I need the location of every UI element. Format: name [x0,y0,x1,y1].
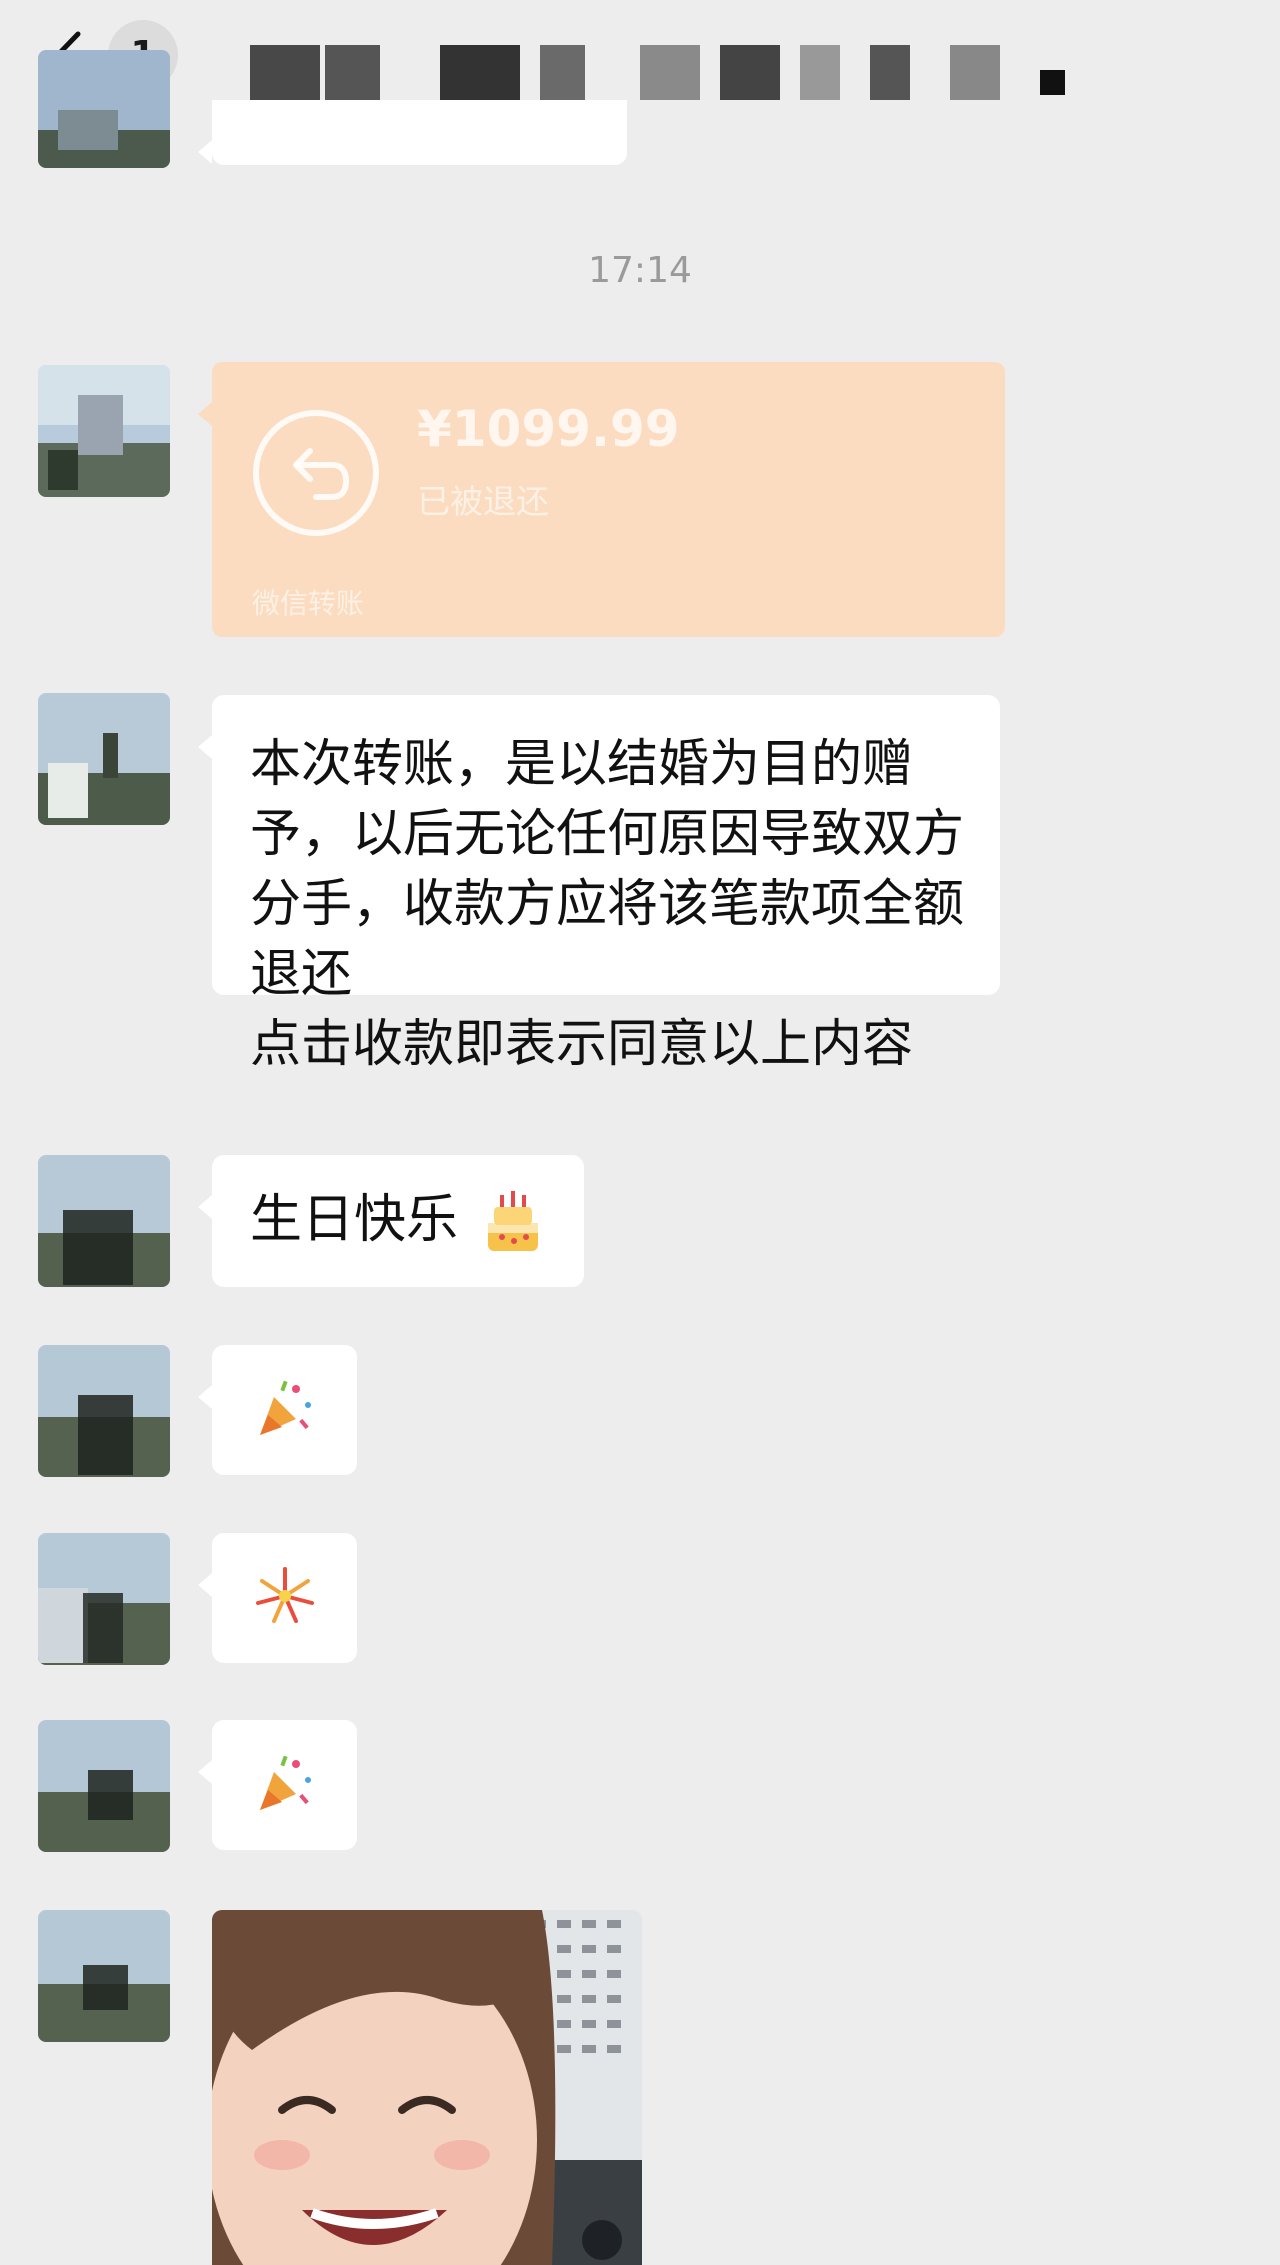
transfer-amount: ¥1099.99 [417,400,680,458]
message-text-line: 退还 [250,945,353,1004]
contact-avatar[interactable] [38,1345,170,1477]
message-text-line: 点击收款即表示同意以上内容 [250,1015,914,1074]
message-text-line: 分手，收款方应将该笔款项全额 [250,875,965,934]
return-arrow-icon [253,410,379,536]
party-popper-icon [260,1380,311,1435]
contact-avatar[interactable] [38,1155,170,1287]
message-text-line: 予，以后无论任何原因导致双方 [250,805,965,864]
transfer-card[interactable]: ¥1099.99 已被退还 微信转账 [198,362,1005,637]
photo-message[interactable] [212,1910,642,2265]
party-popper-icon [260,1755,311,1810]
message-bubble[interactable]: 本次转账，是以结婚为目的赠 予，以后无论任何原因导致双方 分手，收款方应将该笔款… [198,695,1000,1074]
contact-avatar[interactable] [38,50,170,168]
message-bubble-partial[interactable] [198,100,627,165]
emoji-bubble[interactable] [198,1345,357,1475]
contact-avatar[interactable] [38,693,170,825]
message-text: 生日快乐 [250,1190,459,1250]
chat-header: 1 [0,0,1280,125]
message-text-line: 本次转账，是以结婚为目的赠 [250,735,914,794]
message-bubble[interactable]: 生日快乐 [198,1155,584,1287]
contact-avatar[interactable] [38,365,170,497]
emoji-bubble[interactable] [198,1720,357,1850]
emoji-bubble[interactable] [198,1533,357,1663]
birthday-cake-icon [488,1191,538,1251]
fireworks-icon [256,1567,314,1623]
timestamp: 17:14 [588,250,692,291]
contact-name-blurred [250,45,1100,100]
transfer-footer: 微信转账 [252,587,365,620]
child-photo [212,1910,642,2265]
contact-avatar[interactable] [38,1720,170,1852]
contact-avatar[interactable] [38,1533,170,1665]
transfer-status: 已被退还 [417,482,549,521]
contact-avatar[interactable] [38,1910,170,2042]
